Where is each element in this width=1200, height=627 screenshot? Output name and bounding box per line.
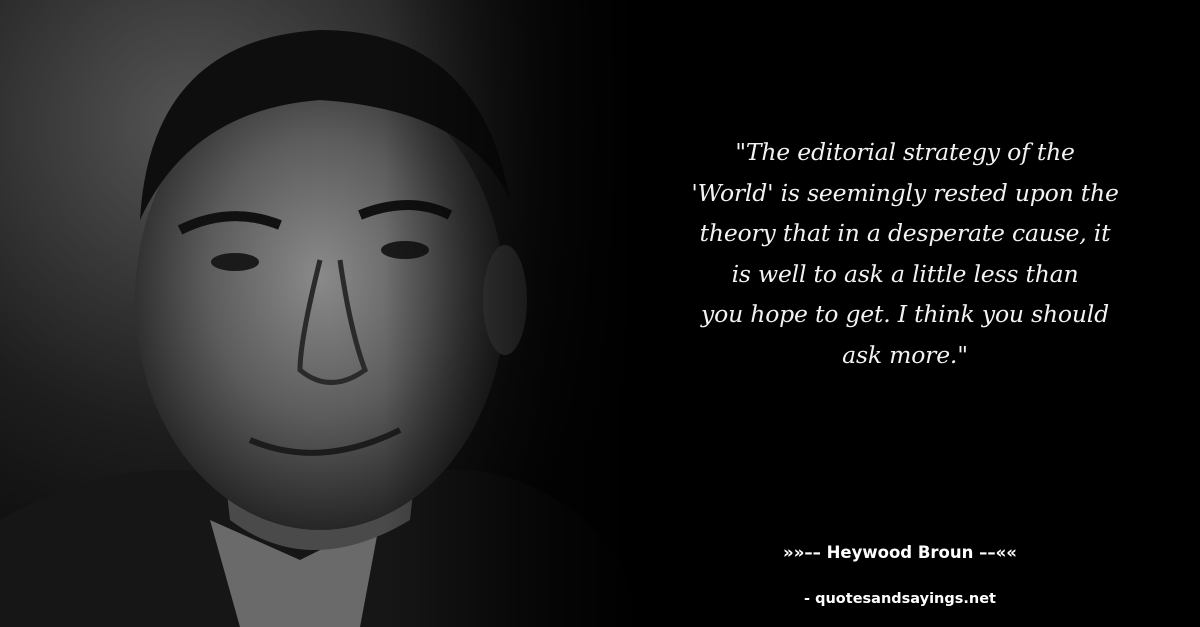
photo-fade-overlay [0,0,640,627]
quote-line: you hope to get. I think you should [701,300,1109,328]
quote-line: 'World' is seemingly rested upon the [691,178,1119,207]
quote-line: theory that in a desperate cause, it [699,219,1111,247]
quote-line: "The editorial strategy of the [735,138,1075,166]
source-credit: - quotesandsayings.net [804,591,996,607]
portrait-photo [0,0,640,627]
quote-line: is well to ask a little less than [731,259,1079,288]
quote-card: "The editorial strategy of the 'World' i… [0,0,1200,627]
author-attribution: »»–– Heywood Broun ––«« [783,543,1017,562]
quote-line: ask more." [842,340,968,369]
quote-text: "The editorial strategy of the 'World' i… [660,132,1150,375]
